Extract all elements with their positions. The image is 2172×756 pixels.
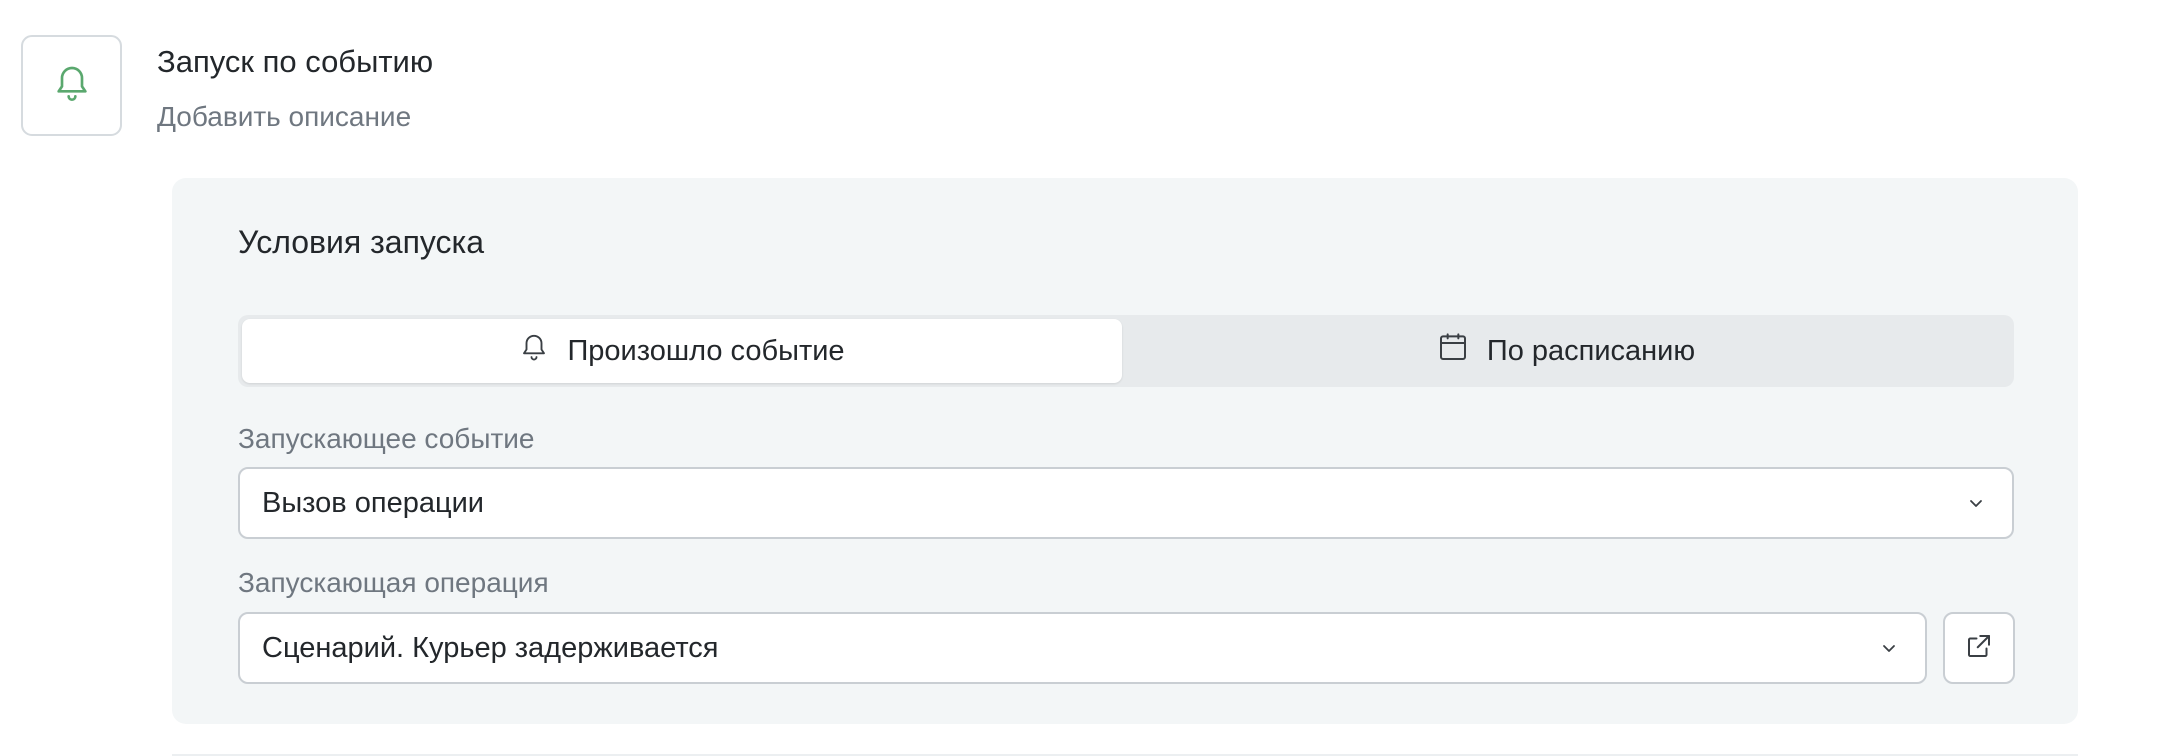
add-description-link[interactable]: Добавить описание — [157, 98, 411, 136]
tab-label: Произошло событие — [567, 334, 845, 367]
tab-schedule[interactable]: По расписанию — [1122, 319, 2010, 383]
chevron-down-icon — [1966, 493, 1986, 513]
event-field-label: Запускающее событие — [238, 423, 535, 454]
external-link-icon — [1964, 631, 1994, 666]
trigger-type-icon-box — [21, 35, 122, 136]
tab-event-occurred[interactable]: Произошло событие — [242, 319, 1122, 383]
trigger-conditions-panel: Условия запуска Произошло событие По рас… — [172, 178, 2078, 724]
operation-select-value: Сценарий. Курьер задерживается — [262, 632, 719, 664]
operation-select[interactable]: Сценарий. Курьер задерживается — [238, 612, 1927, 684]
panel-title: Условия запуска — [238, 224, 485, 260]
calendar-icon — [1437, 331, 1469, 371]
event-select[interactable]: Вызов операции — [238, 467, 2014, 539]
event-select-value: Вызов операции — [262, 487, 484, 519]
page-title: Запуск по событию — [157, 44, 434, 79]
trigger-mode-switch: Произошло событие По расписанию — [238, 315, 2014, 387]
tab-label: По расписанию — [1486, 334, 1696, 367]
bell-icon — [519, 330, 549, 372]
operation-field-label: Запускающая операция — [238, 567, 549, 598]
open-operation-button[interactable] — [1943, 612, 2015, 684]
chevron-down-icon — [1879, 638, 1899, 658]
bell-icon — [52, 61, 92, 110]
